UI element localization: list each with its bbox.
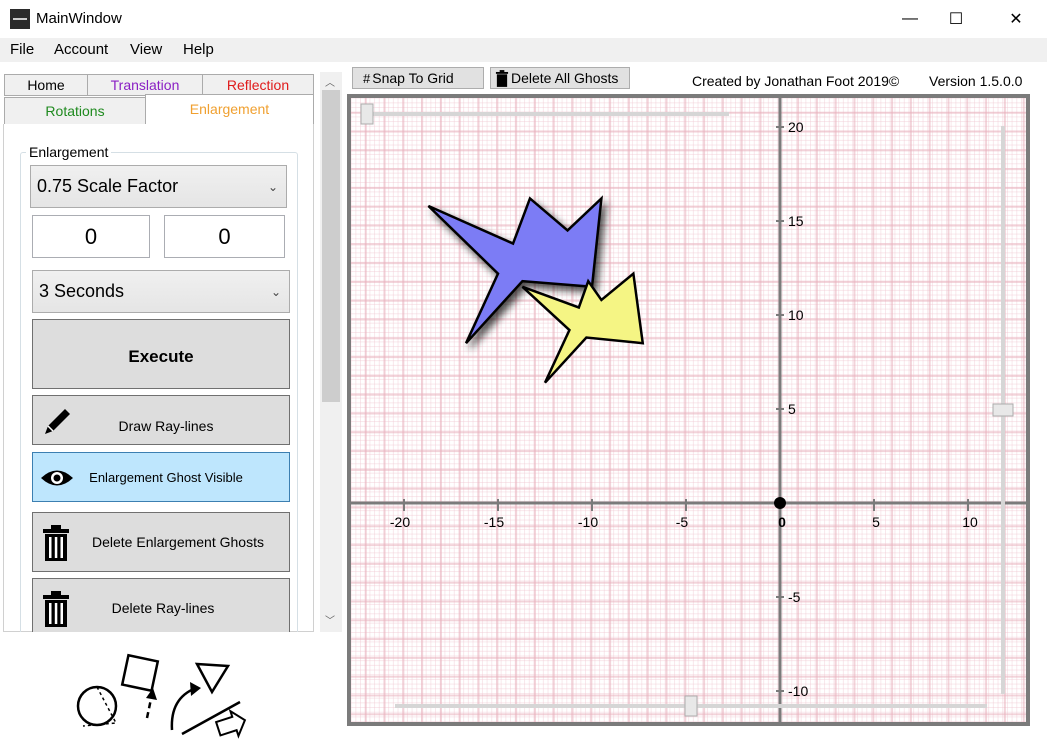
trash-icon bbox=[43, 591, 69, 627]
x-tick-label: 10 bbox=[962, 514, 978, 530]
version-text: Version 1.5.0.0 bbox=[929, 73, 1023, 89]
y-tick-label: 5 bbox=[788, 401, 796, 417]
x-tick-label: -5 bbox=[676, 514, 689, 530]
duration-value: 3 Seconds bbox=[39, 281, 125, 301]
scrollbar-thumb[interactable] bbox=[322, 90, 340, 402]
delete-raylines-label: Delete Ray-lines bbox=[111, 600, 215, 616]
menu-view[interactable]: View bbox=[130, 41, 162, 58]
x-tick-label: -20 bbox=[390, 514, 410, 530]
y-tick-label: 10 bbox=[788, 307, 804, 323]
x-tick-label: 5 bbox=[872, 514, 880, 530]
eye-icon bbox=[41, 470, 73, 486]
y-tick-label: 15 bbox=[788, 213, 804, 229]
draw-raylines-label: Draw Ray-lines bbox=[118, 418, 214, 434]
snap-to-grid-label: Snap To Grid bbox=[372, 70, 454, 86]
delete-enlargement-ghosts-button[interactable]: Delete Enlargement Ghosts bbox=[32, 512, 290, 572]
trash-icon bbox=[43, 525, 69, 561]
grid-icon: # bbox=[363, 70, 371, 86]
menu-account[interactable]: Account bbox=[54, 41, 108, 58]
graph-svg[interactable]: -20 -15 -10 -5 0 5 10 20 15 10 5 -5 -10 bbox=[351, 98, 1026, 722]
top-slider-thumb[interactable] bbox=[360, 103, 374, 125]
tab-home[interactable]: Home bbox=[4, 74, 88, 96]
y-tick-label: -5 bbox=[788, 589, 801, 605]
menu-help[interactable]: Help bbox=[183, 41, 214, 58]
enlargement-ghost-shape[interactable] bbox=[521, 271, 645, 384]
draw-raylines-button[interactable]: Draw Ray-lines bbox=[32, 395, 290, 445]
trash-icon bbox=[495, 69, 509, 87]
center-x-input[interactable]: 0 bbox=[32, 215, 150, 258]
menu-bar: File Account View Help bbox=[0, 38, 1047, 62]
maximize-button[interactable]: ☐ bbox=[933, 0, 979, 38]
delete-raylines-button[interactable]: Delete Ray-lines bbox=[32, 578, 290, 638]
y-tick-label: -10 bbox=[788, 683, 808, 699]
delete-all-ghosts-button[interactable]: Delete All Ghosts bbox=[490, 67, 630, 89]
origin-point[interactable] bbox=[774, 497, 786, 509]
shapes-logo bbox=[76, 653, 247, 739]
x-tick-label: 0 bbox=[778, 514, 786, 530]
menu-file[interactable]: File bbox=[10, 41, 34, 58]
tab-enlargement[interactable]: Enlargement bbox=[145, 94, 314, 125]
scroll-up-icon[interactable]: ︿ bbox=[325, 74, 335, 89]
delete-all-ghosts-label: Delete All Ghosts bbox=[511, 70, 619, 86]
chevron-down-icon: ⌄ bbox=[270, 284, 281, 299]
snap-to-grid-button[interactable]: # Snap To Grid bbox=[352, 67, 484, 89]
credit-text: Created by Jonathan Foot 2019© bbox=[692, 73, 900, 89]
scroll-down-icon[interactable]: ﹀ bbox=[325, 612, 335, 627]
footer bbox=[0, 632, 346, 742]
ghost-visible-toggle[interactable]: Enlargement Ghost Visible bbox=[32, 452, 290, 502]
center-y-input[interactable]: 0 bbox=[164, 215, 285, 258]
ghost-visible-label: Enlargement Ghost Visible bbox=[89, 469, 243, 485]
tab-rotations[interactable]: Rotations bbox=[4, 97, 146, 125]
close-button[interactable]: ✕ bbox=[993, 0, 1039, 38]
minimize-button[interactable]: — bbox=[887, 0, 933, 38]
scale-factor-select[interactable]: 0.75 Scale Factor ⌄ bbox=[30, 165, 287, 208]
scale-factor-value: 0.75 Scale Factor bbox=[37, 176, 179, 196]
title-bar: MainWindow — ☐ ✕ bbox=[0, 0, 1047, 38]
window-title: MainWindow bbox=[36, 10, 122, 27]
bottom-slider-thumb[interactable] bbox=[684, 695, 698, 717]
y-tick-label: 20 bbox=[788, 119, 804, 135]
right-slider-thumb[interactable] bbox=[992, 403, 1014, 417]
pencil-icon bbox=[45, 409, 70, 434]
delete-ghosts-label: Delete Enlargement Ghosts bbox=[92, 534, 264, 550]
duration-select[interactable]: 3 Seconds ⌄ bbox=[32, 270, 290, 313]
x-tick-label: -15 bbox=[484, 514, 504, 530]
graph-canvas[interactable]: -20 -15 -10 -5 0 5 10 20 15 10 5 -5 -10 bbox=[347, 94, 1030, 726]
group-label: Enlargement bbox=[26, 144, 112, 160]
tab-reflection[interactable]: Reflection bbox=[202, 74, 314, 96]
chevron-down-icon: ⌄ bbox=[267, 179, 278, 194]
x-tick-label: -10 bbox=[578, 514, 598, 530]
app-icon bbox=[10, 9, 30, 29]
execute-button[interactable]: Execute bbox=[32, 319, 290, 389]
tab-translation[interactable]: Translation bbox=[87, 74, 203, 96]
